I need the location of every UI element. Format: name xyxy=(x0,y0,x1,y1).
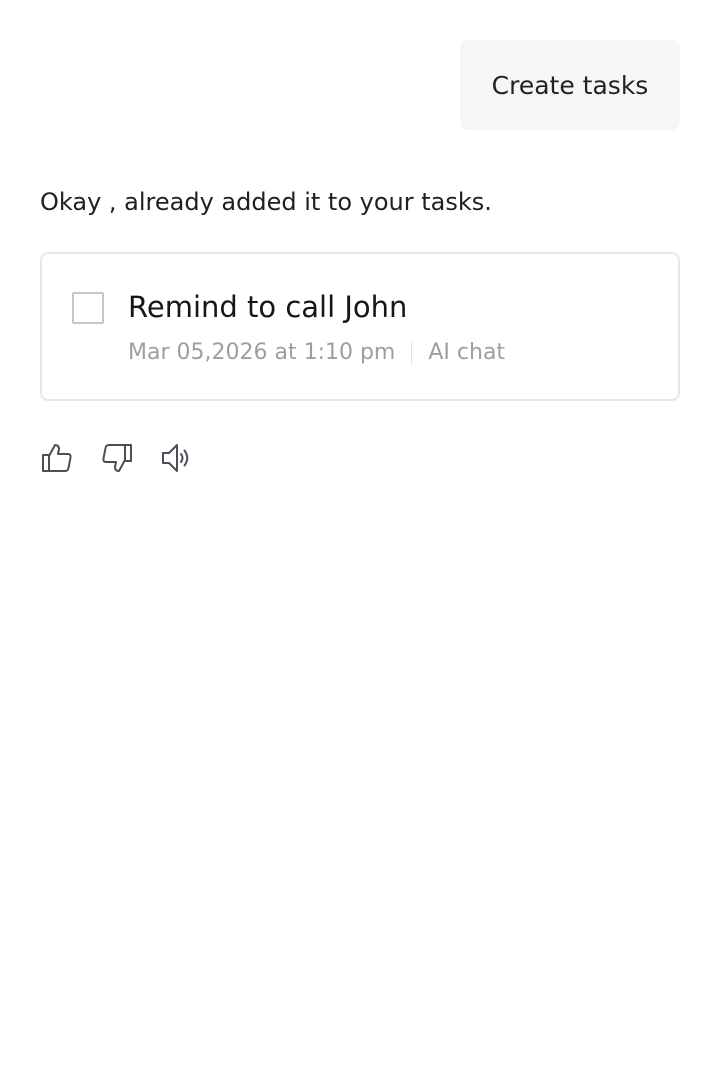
thumbs-down-button[interactable] xyxy=(100,440,134,476)
read-aloud-button[interactable] xyxy=(160,440,194,476)
task-datetime: Mar 05,2026 at 1:10 pm xyxy=(128,340,396,365)
user-message-text: Create tasks xyxy=(491,70,649,100)
thumbs-up-button[interactable] xyxy=(40,440,74,476)
thumbs-down-icon xyxy=(102,444,132,472)
user-message-bubble: Create tasks xyxy=(460,40,680,130)
task-card[interactable]: Remind to call John Mar 05,2026 at 1:10 … xyxy=(40,252,680,401)
task-meta: Mar 05,2026 at 1:10 pm AI chat xyxy=(128,340,505,365)
thumbs-up-icon xyxy=(42,444,72,472)
assistant-message-text: Okay , already added it to your tasks. xyxy=(40,188,492,216)
task-source: AI chat xyxy=(428,340,506,365)
meta-divider xyxy=(411,341,413,364)
task-title: Remind to call John xyxy=(128,290,408,324)
task-checkbox[interactable] xyxy=(72,292,104,324)
feedback-bar xyxy=(40,440,194,476)
speaker-icon xyxy=(162,444,189,472)
chat-screen: Create tasks Okay , already added it to … xyxy=(0,0,720,1080)
